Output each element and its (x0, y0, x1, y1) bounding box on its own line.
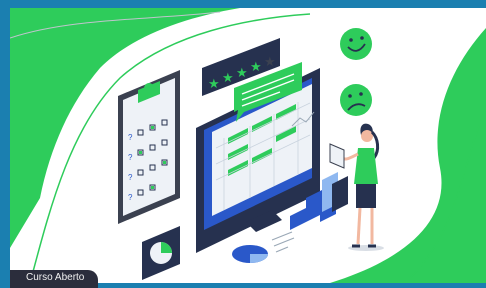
course-card[interactable]: ???? ★ ★ ★ ★ ★ (10, 8, 486, 283)
svg-text:?: ? (128, 173, 133, 182)
pie-chart-icon (142, 226, 180, 280)
course-status-badge: Curso Aberto (10, 270, 99, 288)
clipboard-icon: ???? (118, 70, 180, 224)
svg-text:?: ? (128, 193, 133, 202)
svg-text:?: ? (128, 133, 133, 142)
svg-text:★: ★ (208, 77, 220, 92)
smiley-happy-icon (340, 28, 372, 60)
survey-illustration: ???? ★ ★ ★ ★ ★ (10, 8, 486, 283)
svg-text:★: ★ (250, 60, 262, 75)
smiley-sad-icon (340, 84, 372, 116)
svg-text:?: ? (128, 153, 133, 162)
svg-text:★: ★ (222, 71, 234, 86)
svg-text:★: ★ (236, 66, 248, 81)
star-icon: ★ (264, 55, 276, 70)
floor-pie (232, 231, 295, 263)
